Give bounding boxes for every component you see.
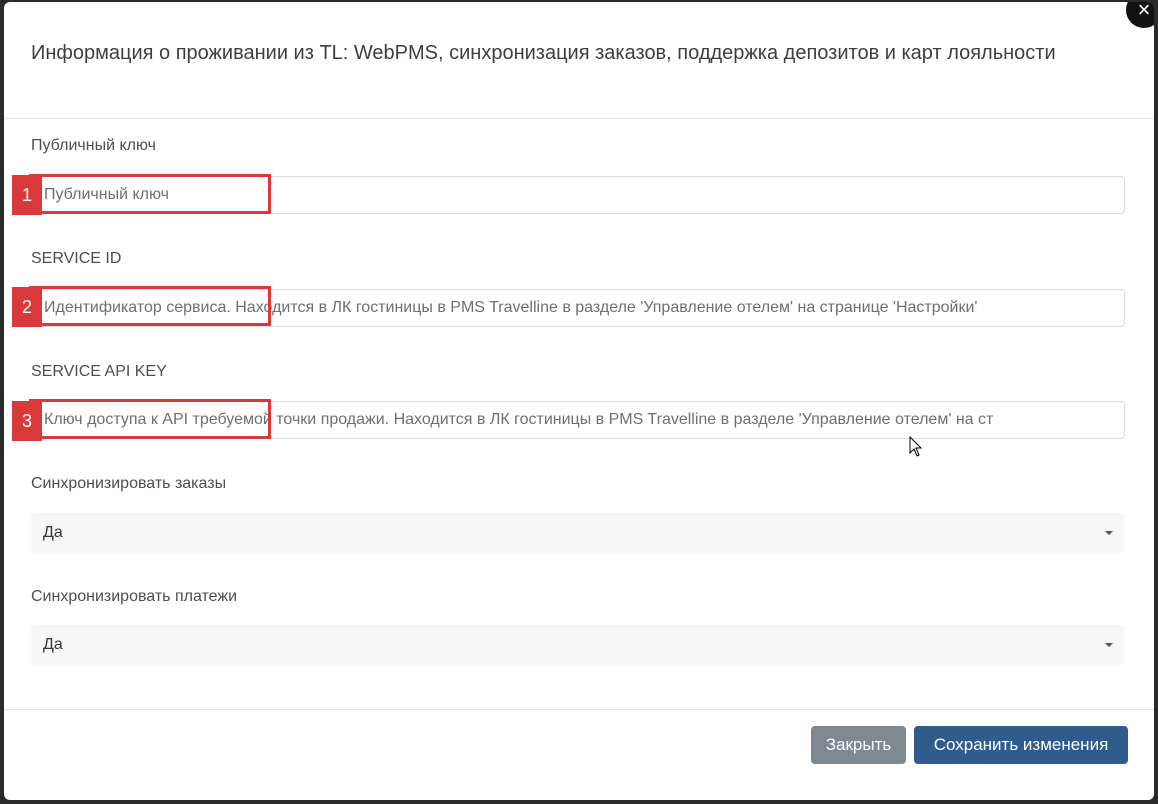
sync-payments-value: Да	[43, 636, 63, 653]
save-changes-button[interactable]: Сохранить изменения	[914, 726, 1128, 764]
service-api-key-label: SERVICE API KEY	[31, 363, 167, 380]
sync-orders-value: Да	[43, 524, 63, 541]
modal-title: Информация о проживании из TL: WebPMS, с…	[31, 42, 1056, 64]
public-key-label: Публичный ключ	[31, 137, 156, 154]
service-id-label: SERVICE ID	[31, 250, 122, 267]
mouse-cursor-icon	[909, 436, 923, 457]
modal-dialog: × Информация о проживании из TL: WebPMS,…	[4, 2, 1154, 800]
sync-payments-label: Синхронизировать платежи	[31, 588, 237, 605]
caret-down-icon	[1105, 531, 1113, 535]
modal-footer: Закрыть Сохранить изменения	[4, 709, 1154, 800]
service-id-input[interactable]	[31, 289, 1125, 327]
sync-orders-label: Синхронизировать заказы	[31, 475, 227, 492]
sync-payments-select[interactable]: Да	[31, 625, 1125, 665]
annotation-number-1: 1	[12, 175, 42, 215]
caret-down-icon	[1105, 643, 1113, 647]
annotation-number-3: 3	[12, 401, 42, 441]
service-api-key-input[interactable]	[31, 401, 1125, 439]
modal-body: Публичный ключ 1 SERVICE ID 2 SERVICE AP…	[4, 119, 1154, 711]
public-key-input[interactable]	[31, 176, 1125, 214]
sync-orders-select[interactable]: Да	[31, 513, 1125, 553]
close-button[interactable]: Закрыть	[811, 726, 906, 764]
annotation-number-2: 2	[12, 287, 42, 327]
modal-header: Информация о проживании из TL: WebPMS, с…	[4, 2, 1154, 119]
